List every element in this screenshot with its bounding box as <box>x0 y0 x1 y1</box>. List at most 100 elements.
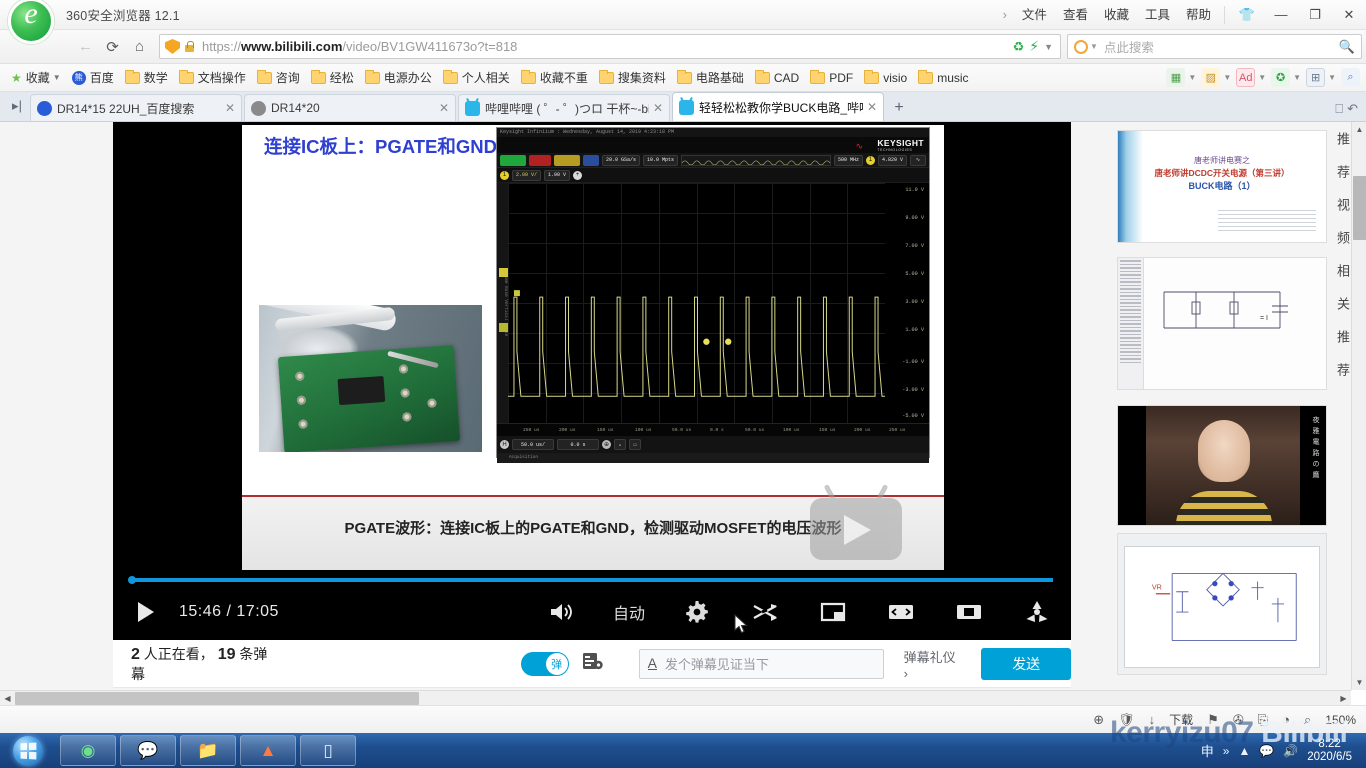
mini-player-button[interactable] <box>799 601 867 623</box>
tray-ime-icon[interactable]: 申 <box>1201 741 1214 760</box>
page-horizontal-scrollbar[interactable]: ◀ ▶ <box>0 690 1351 705</box>
night-mode-icon[interactable]: ◑ <box>1282 712 1290 727</box>
chevron-right-icon[interactable]: › <box>996 7 1014 22</box>
scroll-right-arrow-icon[interactable]: ▶ <box>1336 691 1351 706</box>
screenshot-icon[interactable]: ⊕ <box>1093 712 1104 728</box>
close-button[interactable]: ✕ <box>1332 0 1366 30</box>
taskbar-app-other[interactable]: ▲ <box>240 735 296 766</box>
taskbar-app-qq[interactable]: 💬 <box>120 735 176 766</box>
minimize-button[interactable]: — <box>1264 0 1298 30</box>
extension-icon-adblock[interactable]: Ad <box>1236 68 1256 87</box>
extension-icon-6[interactable]: ⌕ <box>1341 68 1360 87</box>
bookmark-visio[interactable]: visio <box>859 67 912 89</box>
play-pause-button[interactable] <box>113 584 179 640</box>
settings-button[interactable] <box>663 600 731 624</box>
bookmark-collection[interactable]: 收藏不重 <box>516 67 593 89</box>
chevron-down-icon[interactable]: ▼ <box>1328 73 1336 82</box>
tab-close-icon[interactable]: ✕ <box>435 101 449 115</box>
chevron-down-icon[interactable]: ▼ <box>1223 73 1231 82</box>
chevron-down-icon[interactable]: ▼ <box>53 73 61 82</box>
sidebar-scroll-thumb[interactable] <box>1353 176 1366 240</box>
tab-bilibili-home[interactable]: 哔哩哔哩 ( ゜- ゜)つロ 干杯~-bi ✕ <box>458 94 670 121</box>
danmaku-etiquette-link[interactable]: 弹幕礼仪 › <box>904 647 964 681</box>
search-icon[interactable]: 🔍 <box>1339 39 1355 55</box>
danmaku-input[interactable]: A 发个弹幕见证当下 <box>638 648 884 679</box>
speed-icon[interactable]: ✇ <box>1233 712 1244 728</box>
sidebar-scrollbar[interactable]: ▲ ▼ <box>1351 122 1366 690</box>
flag-icon[interactable]: ⚑ <box>1207 712 1219 728</box>
hscroll-track[interactable] <box>15 691 1336 706</box>
extension-icon-2[interactable]: ▨ <box>1201 68 1221 87</box>
danmaku-send-button[interactable]: 发送 <box>981 647 1072 680</box>
address-bar[interactable]: https://www.bilibili.com/video/BV1GW4116… <box>159 34 1061 59</box>
menu-tools[interactable]: 工具 <box>1137 0 1178 30</box>
menu-favorites[interactable]: 收藏 <box>1096 0 1137 30</box>
video-player[interactable]: 连接IC板上：PGATE和GND Keysight Infiniium: We… <box>113 122 1071 640</box>
qq-tray-icon[interactable]: 💬 <box>1259 744 1274 758</box>
start-button[interactable] <box>0 733 56 768</box>
menu-help[interactable]: 帮助 <box>1178 0 1219 30</box>
scope-clear-button[interactable] <box>583 154 599 166</box>
scope-trigger-mode-icon[interactable]: ∿ <box>910 154 926 166</box>
zoom-search-icon[interactable]: ⌕ <box>1304 712 1311 728</box>
tray-caret-icon[interactable]: ▲ <box>1238 744 1250 758</box>
taskbar-app-folder[interactable]: 📁 <box>180 735 236 766</box>
bookmark-cad[interactable]: CAD <box>750 67 804 89</box>
menu-view[interactable]: 查看 <box>1055 0 1096 30</box>
scroll-down-arrow-icon[interactable]: ▼ <box>1352 675 1366 690</box>
tab-close-icon[interactable]: ✕ <box>649 101 663 115</box>
zoom-level[interactable]: 150% <box>1325 713 1356 727</box>
home-button[interactable]: ⌂ <box>126 33 153 60</box>
fullscreen-button[interactable] <box>935 601 1003 623</box>
widescreen-button[interactable] <box>867 601 935 623</box>
shield-status-icon[interactable]: 🛡 <box>1118 712 1135 728</box>
bookmark-gather[interactable]: 搜集资料 <box>594 67 671 89</box>
tab-dr1420[interactable]: DR14*20 ✕ <box>244 94 456 121</box>
taskbar-app-browser[interactable]: ◉ <box>60 735 116 766</box>
volume-tray-icon[interactable]: 🔊 <box>1283 744 1298 758</box>
scope-add-channel-icon[interactable]: + <box>573 170 583 180</box>
radiation-button[interactable] <box>1003 600 1071 624</box>
recommended-video-thumbnail-1[interactable]: 唐老师讲电赛之 唐老师讲DCDC开关电源（第三讲） BUCK电路（1） <box>1117 130 1327 243</box>
tab-close-icon[interactable]: ✕ <box>863 100 877 114</box>
lightning-icon[interactable]: ⚡ <box>1029 38 1039 55</box>
bookmark-favorites[interactable]: ★ 收藏 ▼ <box>6 67 66 89</box>
scope-stop-button[interactable] <box>529 154 551 166</box>
reload-button[interactable]: ⟳ <box>99 33 126 60</box>
scope-zoom-icon[interactable]: ⊕ <box>602 440 611 449</box>
video-progress-bar[interactable] <box>128 576 1053 584</box>
restore-tab-icon[interactable]: ⎕ <box>1335 101 1343 117</box>
chevron-down-icon[interactable]: ▼ <box>1044 42 1053 52</box>
tab-buck-video[interactable]: 轻轻松松教你学BUCK电路_哔哩 ✕ <box>672 92 884 121</box>
bookmark-pdf[interactable]: PDF <box>805 67 858 89</box>
undo-close-tab-icon[interactable]: ↶ <box>1347 101 1358 117</box>
taskbar-clock[interactable]: 8:22 2020/6/5 <box>1307 738 1358 764</box>
tab-close-icon[interactable]: ✕ <box>221 101 235 115</box>
taskbar-app-window[interactable]: ▯ <box>300 735 356 766</box>
bookmark-music[interactable]: music <box>913 67 973 89</box>
bookmark-math[interactable]: 数学 <box>120 67 173 89</box>
scope-run-button[interactable] <box>500 154 526 166</box>
recommended-video-thumbnail-3[interactable]: 夜雅電路の鷹 <box>1117 405 1327 526</box>
danmaku-input-placeholder[interactable]: 发个弹幕见证当下 <box>665 654 769 673</box>
recommended-video-thumbnail-2[interactable]: = I <box>1117 257 1327 390</box>
window-split-icon[interactable]: ⎘ <box>1258 712 1268 728</box>
scope-window-icon[interactable]: ☐ <box>629 439 641 450</box>
refresh-cycle-icon[interactable]: ♻ <box>1013 39 1025 55</box>
chevron-down-icon[interactable]: ▼ <box>1293 73 1301 82</box>
tab-baidu-search[interactable]: DR14*15 22UH_百度搜索 ✕ <box>30 94 242 121</box>
extension-icon-1[interactable]: ▦ <box>1166 68 1186 87</box>
menu-file[interactable]: 文件 <box>1014 0 1055 30</box>
back-button[interactable]: ← <box>72 33 99 60</box>
search-engine-caret-icon[interactable]: ▼ <box>1090 42 1098 51</box>
bookmark-power-office[interactable]: 电源办公 <box>360 67 437 89</box>
bookmark-circuit-basics[interactable]: 电路基础 <box>672 67 749 89</box>
video-progress-handle[interactable] <box>128 576 136 584</box>
scroll-left-arrow-icon[interactable]: ◀ <box>0 691 15 706</box>
chevron-down-icon[interactable]: ▼ <box>1258 73 1266 82</box>
tray-chevron-icon[interactable]: » <box>1223 744 1230 758</box>
chevron-down-icon[interactable]: ▼ <box>1188 73 1196 82</box>
danmaku-toggle[interactable]: 弹 <box>520 651 569 676</box>
extension-icon-5[interactable]: ⊞ <box>1306 68 1326 87</box>
bookmark-easy[interactable]: 经松 <box>306 67 359 89</box>
